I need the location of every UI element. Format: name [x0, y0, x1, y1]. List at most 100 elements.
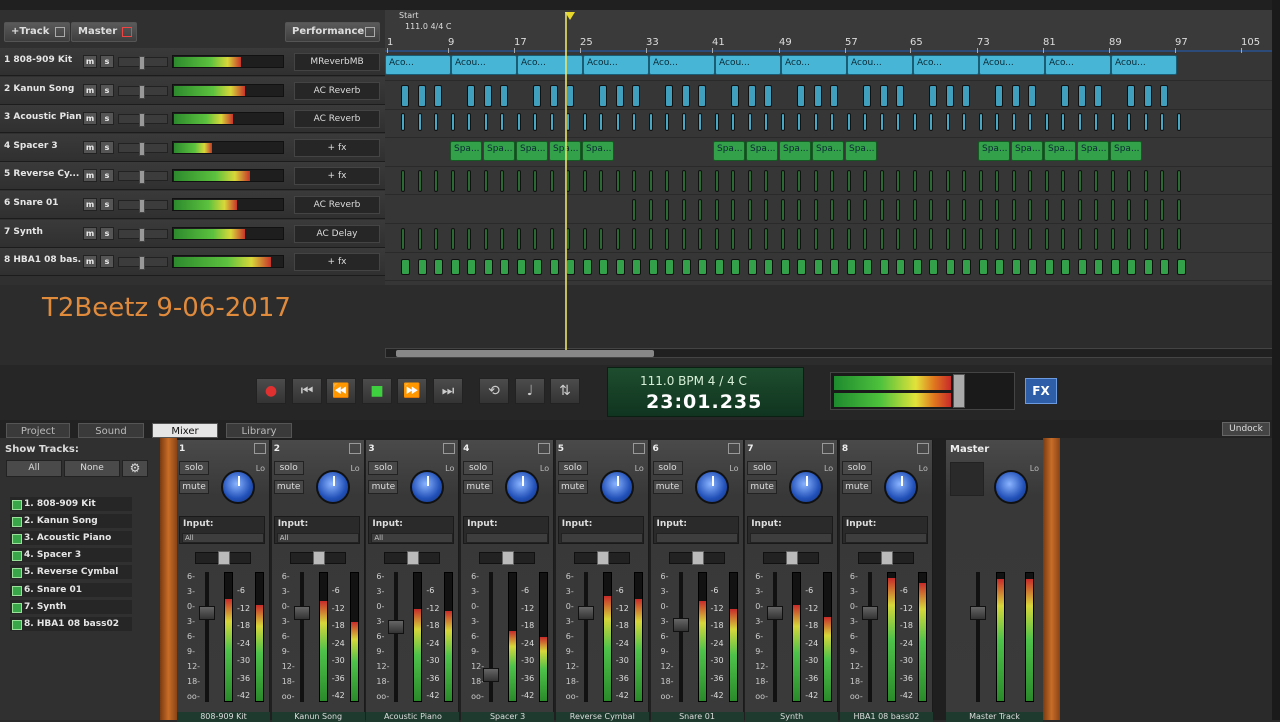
clip[interactable]	[1127, 113, 1131, 132]
clip[interactable]	[467, 170, 471, 193]
clip[interactable]: Aco...	[517, 55, 583, 75]
clip[interactable]	[813, 113, 818, 132]
clip[interactable]	[714, 199, 719, 221]
clip[interactable]: Acou...	[715, 55, 781, 75]
clip[interactable]	[912, 113, 917, 132]
volume-slider[interactable]	[118, 170, 168, 185]
clip[interactable]: Acou...	[979, 55, 1045, 75]
track-lane[interactable]	[385, 225, 1280, 253]
solo-button[interactable]: solo	[273, 461, 304, 475]
clip[interactable]	[846, 259, 856, 276]
clip[interactable]	[698, 259, 707, 276]
clip[interactable]	[1143, 227, 1148, 250]
clip[interactable]	[896, 259, 905, 276]
pan-slider[interactable]	[573, 551, 630, 565]
clip[interactable]	[582, 227, 587, 250]
clip[interactable]	[533, 170, 537, 193]
clip[interactable]	[467, 227, 471, 250]
clip[interactable]	[896, 199, 900, 221]
mute-button[interactable]: m	[83, 169, 97, 183]
pan-slider[interactable]	[384, 551, 441, 565]
mute-button[interactable]: mute	[747, 480, 778, 494]
volume-fader[interactable]	[867, 572, 872, 702]
clip[interactable]	[467, 113, 471, 132]
mute-button[interactable]: mute	[273, 480, 304, 494]
clip[interactable]	[1094, 170, 1098, 193]
pan-slider[interactable]	[195, 551, 251, 565]
clip[interactable]	[681, 199, 686, 221]
clip[interactable]	[500, 259, 509, 276]
clip[interactable]	[1011, 199, 1016, 221]
clip[interactable]	[582, 259, 592, 276]
clip[interactable]	[1044, 170, 1049, 193]
mute-button[interactable]: m	[83, 198, 97, 211]
clip[interactable]	[632, 227, 636, 250]
clip[interactable]	[1011, 170, 1016, 193]
clip[interactable]	[1110, 259, 1120, 276]
vertical-scrollbar[interactable]	[1272, 0, 1280, 720]
volume-fader[interactable]	[489, 572, 494, 702]
clip[interactable]	[978, 170, 983, 193]
show-track-item[interactable]: 8. HBA1 08 bass02	[10, 616, 132, 631]
clip[interactable]	[929, 170, 933, 193]
clip[interactable]	[764, 84, 772, 107]
track-name[interactable]: 4 Spacer 3	[4, 141, 82, 151]
clip[interactable]	[830, 113, 834, 132]
clip[interactable]	[1143, 199, 1148, 221]
show-all-button[interactable]: All	[6, 460, 62, 477]
clip[interactable]	[434, 170, 438, 193]
clip[interactable]	[830, 170, 834, 193]
clip[interactable]	[401, 84, 409, 107]
clip[interactable]	[500, 84, 508, 107]
mute-button[interactable]: mute	[463, 480, 494, 494]
clip[interactable]	[648, 199, 653, 221]
clip[interactable]	[1176, 199, 1181, 221]
fx-slot[interactable]: AC Reverb	[294, 110, 380, 129]
pan-handle[interactable]	[880, 551, 893, 565]
clip[interactable]	[665, 113, 669, 132]
solo-button[interactable]: solo	[463, 461, 494, 475]
clip[interactable]	[1160, 227, 1164, 250]
clip[interactable]	[681, 170, 686, 193]
volume-knob[interactable]	[883, 470, 918, 504]
clip[interactable]	[698, 84, 706, 107]
clip[interactable]	[797, 170, 801, 193]
volume-slider[interactable]	[118, 84, 168, 99]
clip[interactable]	[698, 227, 702, 250]
clip[interactable]	[863, 84, 871, 107]
clip[interactable]	[863, 199, 867, 221]
clip[interactable]	[500, 227, 504, 250]
master-fader-cap[interactable]	[970, 605, 986, 620]
clip[interactable]: Spa...	[845, 140, 877, 161]
track-lane[interactable]	[385, 253, 1280, 282]
clip[interactable]	[846, 170, 851, 193]
clip[interactable]: Spa...	[1077, 140, 1109, 161]
fx-slot[interactable]: AC Delay	[294, 224, 380, 243]
track-lane[interactable]: Aco... Acou... Aco... Acou... Aco... Acou... A…	[385, 53, 1280, 81]
clip[interactable]	[483, 170, 488, 193]
clip[interactable]	[731, 227, 735, 250]
pan-handle[interactable]	[502, 551, 515, 565]
clip[interactable]	[846, 113, 851, 132]
track-row[interactable]: 2 Kanun Song m s AC Reverb	[0, 76, 385, 105]
track-name[interactable]: 7 Synth	[4, 227, 82, 237]
clip[interactable]	[434, 113, 438, 132]
track-row[interactable]: 4 Spacer 3 m s + fx	[0, 133, 385, 162]
clip[interactable]	[1127, 199, 1131, 221]
clip[interactable]: Spa...	[779, 140, 811, 161]
clip[interactable]	[1028, 227, 1032, 250]
pan-handle[interactable]	[691, 551, 704, 565]
clip[interactable]	[434, 259, 443, 276]
clip[interactable]	[1110, 113, 1115, 132]
clip[interactable]	[1077, 227, 1082, 250]
clip[interactable]	[549, 227, 554, 250]
clip[interactable]	[665, 259, 674, 276]
clip[interactable]	[896, 170, 900, 193]
clip[interactable]	[995, 170, 999, 193]
fast-forward-icon[interactable]: ⏩	[397, 378, 427, 404]
clip[interactable]	[1127, 170, 1131, 193]
clip[interactable]	[516, 113, 521, 132]
clip[interactable]	[549, 113, 554, 132]
clip[interactable]: Spa...	[746, 140, 778, 161]
add-track-button[interactable]: +Track	[4, 22, 70, 42]
